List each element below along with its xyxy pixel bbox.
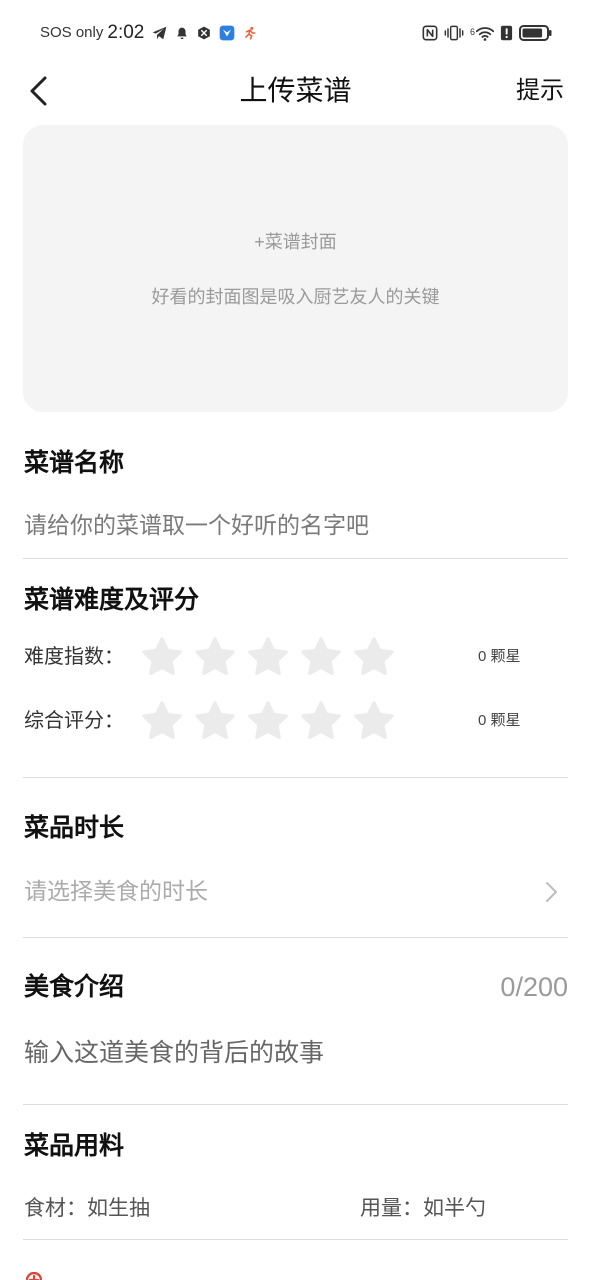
difficulty-label: 难度指数： <box>24 646 124 668</box>
cover-upload-area[interactable]: +菜谱封面 好看的封面图是吸入厨艺友人的关键 <box>23 125 568 412</box>
difficulty-value-text: 0 颗星 <box>478 648 521 665</box>
telegram-icon <box>152 26 167 40</box>
star-icon[interactable] <box>140 699 184 743</box>
duration-heading: 菜品时长 <box>24 814 125 842</box>
star-icon[interactable] <box>352 699 396 743</box>
cover-tip-text: 好看的封面图是吸入厨艺友人的关键 <box>151 287 440 307</box>
wifi-generation-badge: 6 <box>469 26 475 37</box>
intro-char-counter: 0/200 <box>500 972 568 1002</box>
rating-heading: 菜谱难度及评分 <box>24 586 200 614</box>
duration-placeholder: 请选择美食的时长 <box>24 878 208 904</box>
cover-add-label: +菜谱封面 <box>254 232 337 252</box>
star-icon[interactable] <box>299 635 343 679</box>
star-icon[interactable] <box>193 699 237 743</box>
status-bar-left: SOS only 2:02 <box>40 21 265 45</box>
overall-rating-label: 综合评分： <box>24 710 124 732</box>
star-icon[interactable] <box>246 699 290 743</box>
bell-icon <box>175 26 189 41</box>
page-title: 上传菜谱 <box>239 75 352 106</box>
security-icon <box>197 26 211 40</box>
divider <box>23 1239 568 1240</box>
intro-heading: 美食介绍 <box>24 973 125 1001</box>
star-icon[interactable] <box>246 635 290 679</box>
sim-alert-icon <box>500 25 513 41</box>
overall-value-text: 0 颗星 <box>478 712 521 729</box>
divider <box>23 777 568 778</box>
intro-textarea[interactable] <box>24 1036 568 1088</box>
divider <box>23 1104 568 1105</box>
divider <box>23 937 568 938</box>
recipe-name-heading: 菜谱名称 <box>24 449 125 477</box>
status-bar-right: 6 <box>422 21 552 45</box>
star-icon[interactable] <box>193 635 237 679</box>
cropped-red-icon[interactable] <box>26 1272 42 1280</box>
hint-button[interactable]: 提示 <box>516 76 564 106</box>
duration-selector[interactable]: 请选择美食的时长 <box>24 872 568 910</box>
recipe-name-input[interactable] <box>24 509 568 541</box>
difficulty-star-rating[interactable] <box>140 635 405 679</box>
star-icon[interactable] <box>352 635 396 679</box>
ingredient-name-input[interactable] <box>24 1194 344 1224</box>
wifi-icon: 6 <box>470 26 494 41</box>
ingredient-amount-input[interactable] <box>360 1194 568 1224</box>
vibrate-icon <box>444 25 464 41</box>
overall-star-rating[interactable] <box>140 699 405 743</box>
star-icon[interactable] <box>299 699 343 743</box>
clock-time: 2:02 <box>107 22 145 43</box>
blue-app-icon <box>219 25 235 41</box>
ingredients-heading: 菜品用料 <box>24 1132 125 1160</box>
chevron-right-icon <box>546 882 557 902</box>
battery-icon <box>519 25 552 41</box>
battery-level-fill <box>522 28 543 38</box>
running-icon <box>243 26 257 40</box>
star-icon[interactable] <box>140 635 184 679</box>
difficulty-rating-row: 难度指数： 0 颗星 <box>24 635 568 679</box>
overall-rating-row: 综合评分： 0 颗星 <box>24 699 568 743</box>
nfc-icon <box>422 25 438 41</box>
status-bar: SOS only 2:02 6 <box>0 0 591 56</box>
carrier-text: SOS only <box>40 24 104 41</box>
divider <box>23 558 568 559</box>
